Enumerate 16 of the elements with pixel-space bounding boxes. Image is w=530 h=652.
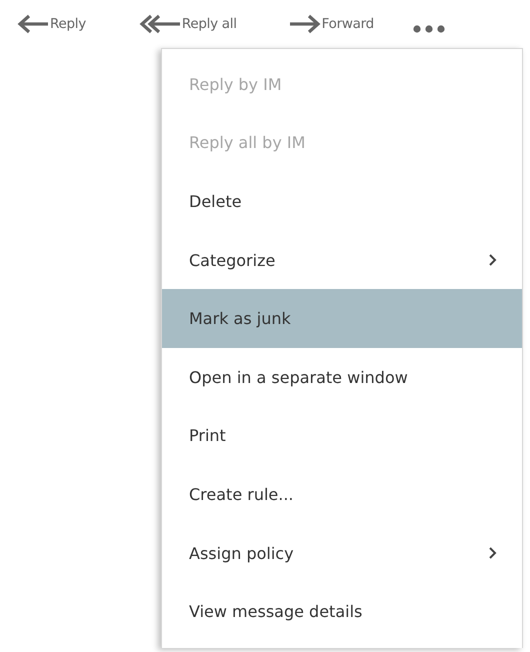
menu-item[interactable]: View message details [162, 582, 522, 641]
more-icon [412, 24, 446, 34]
more-button[interactable] [412, 24, 446, 34]
menu-item[interactable]: Delete [162, 172, 522, 231]
menu-item[interactable]: Categorize [162, 230, 522, 290]
menu-item[interactable]: Assign policy [162, 524, 522, 582]
left-arrow-icon [17, 14, 49, 34]
double-left-arrow-icon [138, 14, 181, 34]
menu-item[interactable]: Open in a separate window [162, 348, 522, 407]
menu-item[interactable]: Print [162, 406, 522, 466]
menu-item[interactable]: Mark as junk [162, 289, 522, 348]
reply-button[interactable]: Reply [17, 14, 86, 34]
menu-item[interactable]: Create rule... [162, 465, 522, 524]
reply-all-button[interactable]: Reply all [138, 14, 237, 34]
right-arrow-icon [288, 14, 321, 34]
forward-button[interactable]: Forward [288, 14, 374, 34]
